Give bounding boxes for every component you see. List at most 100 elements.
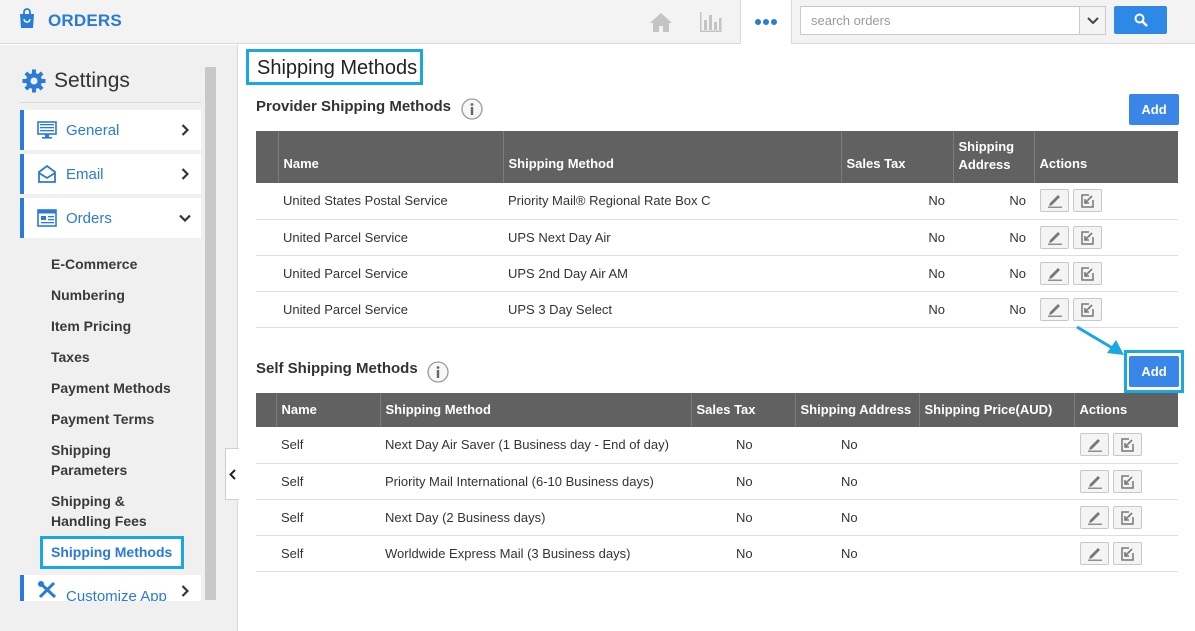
app-title[interactable]: ORDERS — [48, 11, 122, 31]
cell-sales-tax: No — [841, 255, 953, 292]
chevron-right-icon — [179, 585, 191, 597]
sub-item-payment-terms[interactable]: Payment Terms — [51, 409, 154, 429]
edit-button[interactable] — [1040, 225, 1069, 249]
sidebar-item-email[interactable]: Email — [20, 154, 201, 194]
row-spacer — [256, 255, 278, 292]
sub-item-numbering[interactable]: Numbering — [51, 285, 125, 305]
cell-shipping-price — [919, 463, 1074, 500]
pencil-icon — [1048, 267, 1062, 281]
settings-title: Settings — [54, 69, 130, 92]
header-text: Shipping Address — [958, 139, 1015, 172]
column-header-name[interactable]: Name — [277, 131, 503, 183]
sub-item-shipping-methods[interactable]: Shipping Methods — [40, 536, 184, 569]
column-header-actions: Actions — [1073, 393, 1178, 427]
header-spacer — [256, 131, 278, 183]
cell-name: United States Postal Service — [278, 183, 503, 220]
edit-button[interactable] — [1040, 261, 1069, 285]
tools-icon — [36, 579, 58, 601]
column-header-sales-tax[interactable]: Sales Tax — [690, 393, 795, 427]
cell-actions — [1074, 427, 1178, 464]
column-header-sales-tax[interactable]: Sales Tax — [840, 131, 953, 183]
column-header-shipping-address[interactable]: Shipping Address — [794, 393, 919, 427]
export-button[interactable] — [1073, 225, 1102, 249]
sub-item-shipping-handling-fees[interactable]: Shipping & Handling Fees — [51, 491, 161, 531]
home-icon[interactable] — [647, 8, 675, 36]
cell-shipping-method: UPS 2nd Day Air AM — [503, 255, 841, 292]
info-icon[interactable] — [461, 98, 483, 120]
sidebar-item-orders[interactable]: Orders — [20, 198, 201, 238]
table-row: Self Priority Mail International (6-10 Bu… — [256, 463, 1178, 500]
shopping-bag-icon — [20, 8, 34, 28]
add-provider-button[interactable]: Add — [1129, 94, 1179, 125]
cell-shipping-price — [919, 499, 1074, 536]
export-button[interactable] — [1113, 541, 1142, 565]
pencil-icon — [1088, 511, 1102, 525]
more-icon[interactable] — [740, 0, 792, 44]
sub-item-taxes[interactable]: Taxes — [51, 347, 90, 367]
add-self-button[interactable]: Add — [1129, 356, 1179, 387]
column-header-shipping-price[interactable]: Shipping Price(AUD) — [918, 393, 1074, 427]
row-spacer — [256, 499, 276, 536]
edit-button[interactable] — [1080, 469, 1109, 493]
sub-item-label: Shipping Methods — [51, 544, 173, 560]
edit-button[interactable] — [1080, 541, 1109, 565]
search-input[interactable] — [801, 7, 1079, 34]
cell-shipping-price — [919, 427, 1074, 464]
external-link-icon — [1081, 230, 1094, 245]
row-spacer — [256, 463, 276, 500]
chevron-right-icon — [179, 124, 191, 136]
cell-shipping-address: No — [795, 463, 919, 500]
cell-shipping-method: UPS 3 Day Select — [503, 291, 841, 328]
sub-item-item-pricing[interactable]: Item Pricing — [51, 316, 131, 336]
sub-item-ecommerce[interactable]: E-Commerce — [51, 254, 137, 274]
cell-name: United Parcel Service — [278, 219, 503, 256]
search-icon — [1134, 13, 1148, 27]
external-link-icon — [1081, 302, 1094, 317]
cell-shipping-address: No — [795, 427, 919, 464]
monitor-icon — [36, 119, 58, 141]
cell-actions — [1074, 499, 1178, 536]
info-icon[interactable] — [427, 361, 449, 383]
edit-button[interactable] — [1040, 189, 1069, 213]
cell-actions — [1074, 535, 1178, 572]
bar-chart-icon[interactable] — [697, 8, 725, 36]
page-title-highlight: Shipping Methods — [246, 49, 423, 85]
column-header-shipping-method[interactable]: Shipping Method — [502, 131, 841, 183]
export-button[interactable] — [1073, 189, 1102, 213]
edit-button[interactable] — [1040, 297, 1069, 321]
cell-shipping-address: No — [953, 255, 1034, 292]
sidebar-collapse-button[interactable] — [225, 448, 239, 500]
export-button[interactable] — [1113, 469, 1142, 493]
sidebar: Settings General Email Orders E-Commerce… — [0, 45, 239, 631]
arrow-annotation-icon — [1076, 325, 1124, 355]
export-button[interactable] — [1113, 505, 1142, 529]
table-row: Self Next Day (2 Business days) No No — [256, 499, 1178, 536]
edit-button[interactable] — [1080, 505, 1109, 529]
cell-shipping-address: No — [953, 219, 1034, 256]
sidebar-item-customize-app[interactable]: Customize App — [20, 575, 201, 601]
search-button[interactable] — [1114, 6, 1167, 34]
export-button[interactable] — [1073, 297, 1102, 321]
cell-shipping-address: No — [953, 291, 1034, 328]
export-button[interactable] — [1073, 261, 1102, 285]
cell-shipping-price — [919, 535, 1074, 572]
column-header-name[interactable]: Name — [275, 393, 380, 427]
table-row: United States Postal Service Priority Mai… — [256, 183, 1178, 220]
sidebar-item-label: General — [66, 121, 120, 139]
search-dropdown-button[interactable] — [1079, 7, 1105, 34]
sub-item-shipping-parameters[interactable]: Shipping Parameters — [51, 440, 161, 480]
external-link-icon — [1081, 266, 1094, 281]
sidebar-scrollbar[interactable] — [205, 67, 216, 600]
row-spacer — [256, 535, 276, 572]
column-header-shipping-address[interactable]: Shipping Address — [952, 131, 1034, 183]
cell-shipping-method: Next Day Air Saver (1 Business day - End… — [380, 427, 691, 464]
export-button[interactable] — [1113, 433, 1142, 457]
cell-shipping-method: Next Day (2 Business days) — [380, 499, 691, 536]
table-header-row: Name Shipping Method Sales Tax Shipping … — [256, 393, 1178, 427]
sub-item-payment-methods[interactable]: Payment Methods — [51, 378, 171, 398]
cell-shipping-address: No — [795, 535, 919, 572]
sidebar-item-general[interactable]: General — [20, 110, 201, 150]
edit-button[interactable] — [1080, 433, 1109, 457]
pencil-icon — [1088, 475, 1102, 489]
column-header-shipping-method[interactable]: Shipping Method — [379, 393, 691, 427]
